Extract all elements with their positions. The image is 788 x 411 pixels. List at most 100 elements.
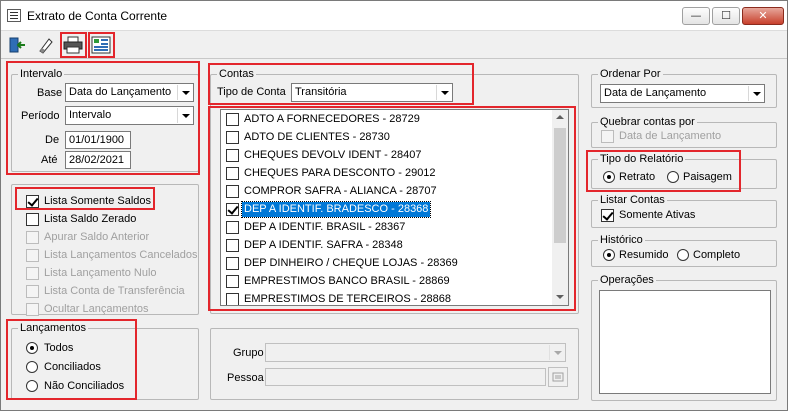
lancamentos-radio[interactable]	[26, 380, 38, 392]
report-preview-icon	[91, 36, 111, 54]
scroll-up-icon[interactable]	[552, 110, 568, 126]
option-label: Lista Somente Saldos	[44, 195, 152, 207]
lancamentos-radio[interactable]	[26, 361, 38, 373]
main-window: Extrato de Conta Corrente — ☐ ✕ Interval…	[0, 0, 788, 411]
quebrar-option-label: Data de Lançamento	[619, 130, 722, 142]
conta-label: DEP DINHEIRO / CHEQUE LOJAS - 28369	[244, 257, 458, 269]
conta-label: EMPRESTIMOS BANCO BRASIL - 28869	[244, 275, 450, 287]
option-checkbox[interactable]	[26, 231, 39, 244]
lancamentos-label: Lançamentos	[18, 322, 89, 334]
conta-checkbox[interactable]	[226, 293, 239, 305]
exit-button[interactable]	[5, 33, 29, 57]
list-item[interactable]: DEP A IDENTIF. BRASIL - 28367	[221, 219, 553, 237]
historico-radio-label: Resumido	[619, 249, 669, 261]
conta-checkbox[interactable]	[226, 131, 239, 144]
tipo-relatorio-label: Tipo do Relatório	[598, 153, 686, 165]
conta-label: CHEQUES DEVOLV IDENT - 28407	[244, 149, 422, 161]
historico-radio[interactable]	[677, 249, 689, 261]
tipo-relatorio-radio[interactable]	[667, 171, 679, 183]
option-checkbox[interactable]	[26, 267, 39, 280]
option-checkbox[interactable]	[26, 195, 39, 208]
list-item[interactable]: DEP A IDENTIF. BRADESCO - 28368	[221, 201, 553, 219]
option-label: Lista Lançamentos Cancelados	[44, 249, 198, 261]
de-date-input[interactable]: 01/01/1900	[65, 131, 131, 149]
list-item[interactable]: EMPRESTIMOS BANCO BRASIL - 28869	[221, 273, 553, 291]
option-checkbox[interactable]	[26, 249, 39, 262]
conta-label: CHEQUES PARA DESCONTO - 29012	[244, 167, 436, 179]
conta-checkbox[interactable]	[226, 113, 239, 126]
conta-checkbox[interactable]	[226, 167, 239, 180]
title-bar: Extrato de Conta Corrente — ☐ ✕	[1, 1, 787, 31]
lancamentos-radio-label: Conciliados	[44, 361, 101, 373]
chevron-down-icon[interactable]	[177, 85, 192, 100]
option-label: Ocultar Lançamentos	[44, 303, 149, 315]
list-item[interactable]: CHEQUES DEVOLV IDENT - 28407	[221, 147, 553, 165]
periodo-select-value: Intervalo	[69, 109, 112, 121]
minimize-button[interactable]: —	[682, 7, 710, 25]
list-item[interactable]: ADTO DE CLIENTES - 28730	[221, 129, 553, 147]
option-checkbox[interactable]	[26, 303, 39, 316]
toolbar	[1, 31, 787, 59]
contas-label: Contas	[217, 68, 256, 80]
pessoa-label: Pessoa	[227, 372, 264, 384]
print-button[interactable]	[61, 33, 85, 57]
option-checkbox[interactable]	[26, 213, 39, 226]
ordenar-select[interactable]: Data de Lançamento	[600, 84, 765, 103]
conta-checkbox[interactable]	[226, 185, 239, 198]
lancamentos-radio-label: Não Conciliados	[44, 380, 125, 392]
list-item[interactable]: CHEQUES PARA DESCONTO - 29012	[221, 165, 553, 183]
historico-label: Histórico	[598, 234, 645, 246]
scroll-thumb[interactable]	[554, 128, 566, 243]
historico-radio-label: Completo	[693, 249, 741, 261]
quebrar-label: Quebrar contas por	[598, 116, 697, 128]
chevron-down-icon[interactable]	[748, 86, 763, 101]
base-select[interactable]: Data do Lançamento	[65, 83, 194, 102]
filtros-group	[210, 328, 579, 400]
chevron-down-icon[interactable]	[549, 345, 564, 360]
ordenar-value: Data de Lançamento	[604, 87, 707, 99]
option-label: Lista Saldo Zerado	[44, 213, 137, 225]
conta-checkbox[interactable]	[226, 203, 239, 216]
conta-checkbox[interactable]	[226, 149, 239, 162]
ate-date-input[interactable]: 28/02/2021	[65, 151, 131, 169]
conta-checkbox[interactable]	[226, 275, 239, 288]
grupo-select[interactable]	[265, 343, 566, 362]
operacoes-textarea[interactable]	[599, 290, 771, 394]
conta-checkbox[interactable]	[226, 239, 239, 252]
maximize-button[interactable]: ☐	[712, 7, 740, 25]
conta-label: EMPRESTIMOS DE TERCEIROS - 28868	[244, 293, 452, 305]
preview-button[interactable]	[89, 33, 113, 57]
scroll-down-icon[interactable]	[552, 289, 568, 305]
chevron-down-icon[interactable]	[177, 108, 192, 123]
ate-date-value: 28/02/2021	[69, 154, 125, 166]
conta-label: DEP A IDENTIF. BRADESCO - 28368	[240, 201, 432, 218]
close-button[interactable]: ✕	[742, 7, 784, 25]
list-item[interactable]: DEP A IDENTIF. SAFRA - 28348	[221, 237, 553, 255]
clear-button[interactable]	[33, 33, 57, 57]
contas-list[interactable]: ADTO A FORNECEDORES - 28729 ADTO DE CLIEN…	[220, 109, 569, 306]
tipo-relatorio-radio-label: Paisagem	[683, 171, 732, 183]
historico-radio[interactable]	[603, 249, 615, 261]
tipo-relatorio-radio[interactable]	[603, 171, 615, 183]
lancamentos-radio[interactable]	[26, 342, 38, 354]
list-item[interactable]: ADTO A FORNECEDORES - 28729	[221, 111, 553, 129]
conta-checkbox[interactable]	[226, 221, 239, 234]
quebrar-checkbox[interactable]	[601, 130, 614, 143]
base-label: Base	[37, 87, 63, 99]
conta-label: DEP A IDENTIF. SAFRA - 28348	[244, 239, 403, 251]
option-label: Lista Conta de Transferência	[44, 285, 185, 297]
list-item[interactable]: EMPRESTIMOS DE TERCEIROS - 28868	[221, 291, 553, 305]
somente-ativas-checkbox[interactable]	[601, 209, 614, 222]
pessoa-input[interactable]	[265, 368, 546, 386]
contas-scrollbar[interactable]	[552, 110, 568, 305]
list-item[interactable]: COMPROR SAFRA - ALIANCA - 28707	[221, 183, 553, 201]
list-item[interactable]: DEP DINHEIRO / CHEQUE LOJAS - 28369	[221, 255, 553, 273]
conta-checkbox[interactable]	[226, 257, 239, 270]
periodo-select[interactable]: Intervalo	[65, 106, 194, 125]
lancamentos-radio-label: Todos	[44, 342, 74, 354]
option-label: Lista Lançamento Nulo	[44, 267, 157, 279]
option-checkbox[interactable]	[26, 285, 39, 298]
chevron-down-icon[interactable]	[436, 85, 451, 100]
tipo-conta-select[interactable]: Transitória	[291, 83, 453, 102]
pessoa-lookup-button[interactable]	[548, 367, 568, 387]
